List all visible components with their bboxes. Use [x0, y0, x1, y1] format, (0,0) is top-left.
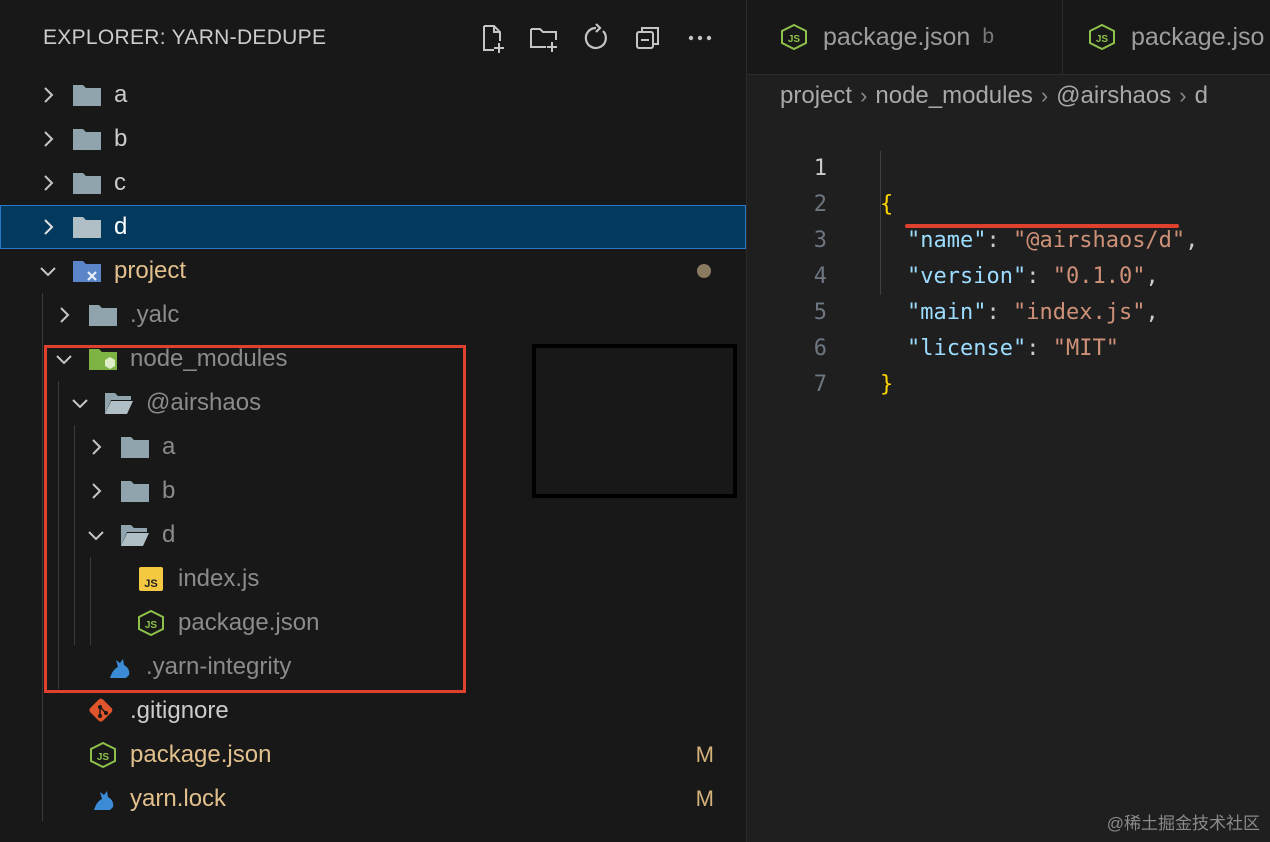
- new-file-button[interactable]: [474, 20, 510, 56]
- explorer-sidebar: EXPLORER: YARN-DEDUPE a b c d project .y…: [0, 0, 747, 842]
- chevron-right-icon: [44, 175, 54, 191]
- chevron-right-icon: [44, 131, 54, 147]
- breadcrumb-item[interactable]: @airshaos: [1056, 82, 1171, 110]
- json-file-icon: JS: [1089, 23, 1115, 51]
- tree-label: yarn.lock: [130, 785, 227, 812]
- tree-label: package.json: [130, 741, 272, 768]
- breadcrumb-item[interactable]: node_modules: [875, 82, 1032, 110]
- refresh-button[interactable]: [578, 20, 614, 56]
- modified-badge: M: [695, 786, 714, 811]
- tab-label: package.jso: [1131, 22, 1265, 51]
- tree-label: c: [114, 169, 126, 196]
- code-line[interactable]: 4 "main": "index.js",: [747, 223, 1270, 325]
- chevron-right-icon: ›: [1179, 83, 1187, 108]
- explorer-header: EXPLORER: YARN-DEDUPE: [0, 0, 746, 74]
- new-folder-icon: [530, 28, 557, 52]
- chevron-down-icon: [40, 267, 56, 277]
- project-folder-icon: [73, 261, 101, 282]
- collapse-all-icon: [636, 27, 659, 49]
- refresh-icon: [584, 23, 607, 50]
- git-icon: [89, 698, 113, 722]
- tree-file-gitignore[interactable]: .gitignore: [0, 689, 746, 733]
- close-brace: }: [880, 372, 894, 397]
- breadcrumb: project › node_modules › @airshaos › d: [780, 79, 1208, 113]
- modified-dot: [697, 264, 711, 278]
- tree-label: a: [114, 81, 128, 108]
- tree-label: d: [114, 213, 128, 240]
- tab-label: package.json: [823, 22, 971, 51]
- tree-label: project: [114, 257, 187, 284]
- code-line[interactable]: 2 "name": "@airshaos/d",: [747, 151, 1270, 253]
- svg-text:JS: JS: [788, 34, 801, 45]
- svg-text:JS: JS: [97, 752, 110, 763]
- line-number: 7: [813, 372, 827, 397]
- watermark: @稀土掘金技术社区: [1106, 814, 1260, 833]
- json-file-icon: JS: [90, 742, 116, 768]
- tab-package-json-b[interactable]: JS package.json b: [779, 0, 1059, 74]
- tree-folder-c[interactable]: c: [0, 161, 746, 205]
- breadcrumb-item[interactable]: d: [1195, 82, 1208, 110]
- editor-area: JS package.json b JS package.jso project…: [747, 0, 1270, 842]
- folder-icon: [73, 173, 101, 194]
- code-line[interactable]: 5 "license": "MIT": [747, 259, 1270, 361]
- modified-badge: M: [695, 742, 714, 767]
- tree-label: b: [114, 125, 128, 152]
- chevron-right-icon: [60, 307, 70, 323]
- tab-divider: [1062, 0, 1063, 74]
- code-line[interactable]: 1 {: [747, 115, 1270, 217]
- breadcrumb-item[interactable]: project: [780, 82, 852, 110]
- tree-label: .gitignore: [130, 697, 229, 724]
- folder-icon: [73, 217, 101, 238]
- explorer-title: EXPLORER: YARN-DEDUPE: [43, 26, 327, 49]
- chevron-right-icon: ›: [860, 83, 868, 108]
- tab-package-json-2[interactable]: JS package.jso: [1087, 0, 1270, 74]
- tree-folder-project[interactable]: project: [0, 249, 746, 293]
- new-file-icon: [483, 25, 504, 53]
- chevron-right-icon: [44, 87, 54, 103]
- tree-folder-b[interactable]: b: [0, 117, 746, 161]
- version-underline: [905, 224, 1179, 228]
- code-line[interactable]: 3 "version": "0.1.0",: [747, 187, 1270, 289]
- json-file-icon: JS: [781, 23, 807, 51]
- new-folder-button[interactable]: [526, 20, 562, 56]
- tree-folder-d[interactable]: d: [0, 205, 746, 249]
- more-actions-button[interactable]: [682, 20, 718, 56]
- tree-file-yarn-lock[interactable]: yarn.lock M: [0, 777, 746, 821]
- tree-file-package-json[interactable]: JS package.json M: [0, 733, 746, 777]
- annotation-box: [532, 344, 737, 498]
- code-line[interactable]: 6 }: [747, 295, 1270, 397]
- more-actions-icon: [688, 35, 712, 41]
- yarn-icon: [94, 791, 114, 810]
- highlight-box: [44, 345, 466, 693]
- folder-icon: [73, 85, 101, 106]
- chevron-right-icon: [44, 219, 54, 235]
- code-line[interactable]: 7: [747, 331, 1270, 397]
- tab-description: b: [982, 25, 995, 48]
- folder-icon: [89, 305, 117, 326]
- chevron-right-icon: ›: [1040, 83, 1049, 108]
- tab-bar: JS package.json b JS package.jso: [747, 0, 1270, 75]
- tree-label: .yalc: [130, 301, 180, 328]
- svg-text:JS: JS: [1096, 34, 1109, 45]
- collapse-all-button[interactable]: [630, 20, 666, 56]
- tree-folder-a[interactable]: a: [0, 73, 746, 117]
- tree-folder-yalc[interactable]: .yalc: [0, 293, 746, 337]
- folder-icon: [73, 129, 101, 150]
